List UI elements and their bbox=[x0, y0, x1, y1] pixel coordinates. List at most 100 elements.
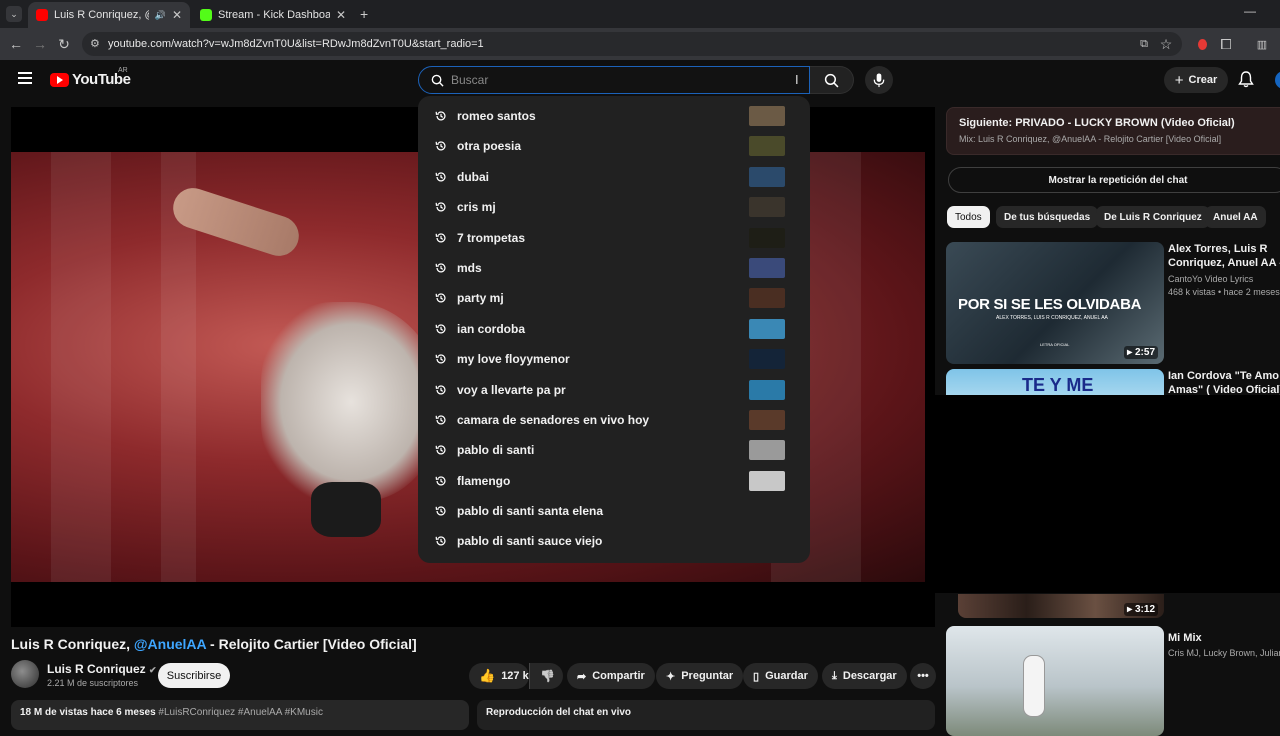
history-icon bbox=[435, 263, 446, 273]
close-tab-icon[interactable]: ✕ bbox=[172, 8, 182, 22]
related-video-title[interactable]: Alex Torres, Luis RConriquez, Anuel AA -… bbox=[1168, 242, 1280, 270]
search-suggestion-item[interactable]: pablo di santi sauce viejo bbox=[418, 526, 810, 556]
search-suggestion-item[interactable]: otra poesia bbox=[418, 131, 810, 161]
minimize-window-icon[interactable]: — bbox=[1244, 4, 1256, 18]
related-video-title[interactable]: Ian Cordova "Te Amo y MeAmas" ( Video Of… bbox=[1168, 369, 1280, 397]
voice-search-button[interactable] bbox=[865, 66, 893, 94]
search-suggestion-item[interactable]: flamengo bbox=[418, 466, 810, 496]
search-button[interactable] bbox=[810, 66, 854, 94]
history-icon bbox=[435, 172, 446, 182]
search-suggestion-item[interactable]: pablo di santi bbox=[418, 435, 810, 465]
forward-arrow-icon[interactable]: → bbox=[30, 34, 50, 54]
suggestion-text: voy a llevarte pa pr bbox=[457, 382, 566, 397]
related-video-thumbnail[interactable]: POR SI SE LES OLVIDABA ALEX TORRES, LUIS… bbox=[946, 242, 1164, 364]
notifications-bell-icon[interactable] bbox=[1238, 71, 1254, 93]
audio-playing-icon[interactable]: 🔊 bbox=[155, 10, 166, 21]
chip-from-searches[interactable]: De tus búsquedas bbox=[996, 206, 1099, 228]
search-suggestion-item[interactable]: dubai bbox=[418, 162, 810, 192]
subscribe-button[interactable]: Suscribirse bbox=[158, 663, 230, 688]
avatar[interactable] bbox=[1275, 71, 1280, 89]
search-suggestion-item[interactable]: mds bbox=[418, 253, 810, 283]
mix-title[interactable]: Mi Mix bbox=[1168, 631, 1280, 645]
search-suggestion-item[interactable]: party mj bbox=[418, 283, 810, 313]
search-suggestion-item[interactable]: pablo di santi santa elena bbox=[418, 496, 810, 526]
thumbnail-tag-text: LETRA OFICIAL bbox=[1040, 342, 1070, 347]
shorts-icon: ▸ bbox=[1127, 604, 1133, 615]
suggestion-text: otra poesia bbox=[457, 139, 522, 154]
bookmark-star-icon[interactable]: ☆ bbox=[1156, 34, 1176, 54]
search-suggestion-item[interactable]: romeo santos bbox=[418, 101, 810, 131]
download-icon: ⤓ bbox=[832, 669, 837, 682]
close-tab-icon[interactable]: ✕ bbox=[336, 8, 346, 22]
install-app-icon[interactable]: ⧉ bbox=[1134, 34, 1154, 54]
browser-tab-youtube[interactable]: Luis R Conriquez, @AnuelA 🔊 ✕ bbox=[28, 2, 190, 28]
tab-search-dropdown[interactable]: ⌄ bbox=[6, 6, 22, 22]
suggestion-thumbnail bbox=[749, 288, 785, 309]
browser-tab-kick[interactable]: Stream - Kick Dashboard ✕ bbox=[192, 2, 354, 28]
dislike-button[interactable]: 👎 bbox=[529, 663, 563, 689]
video-title: Luis R Conriquez, @AnuelAA - Relojito Ca… bbox=[11, 636, 417, 652]
sparkle-icon: ✦ bbox=[666, 670, 676, 683]
history-icon bbox=[435, 324, 446, 334]
show-chat-replay-button[interactable]: Mostrar la repetición del chat bbox=[948, 167, 1280, 193]
up-next-subtitle: Mix: Luis R Conriquez, @AnuelAA - Reloji… bbox=[959, 134, 1222, 144]
reload-icon[interactable]: ↻ bbox=[54, 34, 74, 54]
history-icon bbox=[435, 445, 446, 455]
site-settings-icon[interactable]: ⚙ bbox=[90, 37, 100, 50]
extension-icon[interactable] bbox=[1192, 34, 1212, 54]
download-button[interactable]: ⤓ Descargar bbox=[822, 663, 907, 689]
channel-avatar[interactable] bbox=[11, 660, 39, 688]
history-icon bbox=[435, 232, 446, 243]
chip-todos[interactable]: Todos bbox=[947, 206, 990, 228]
back-arrow-icon[interactable]: ← bbox=[6, 34, 26, 54]
suggestion-text: romeo santos bbox=[457, 109, 536, 123]
youtube-play-logo-icon bbox=[50, 72, 69, 87]
sidepanel-icon[interactable]: ▥ bbox=[1252, 34, 1272, 54]
search-suggestion-item[interactable]: camara de senadores en vivo hoy bbox=[418, 405, 810, 435]
channel-mention-link[interactable]: @AnuelAA bbox=[134, 636, 206, 652]
menu-hamburger-icon[interactable] bbox=[18, 72, 32, 84]
suggestion-text: my love floyymenor bbox=[457, 352, 570, 367]
history-icon bbox=[435, 111, 446, 121]
hashtags[interactable]: #LuisRConriquez #AnuelAA #KMusic bbox=[158, 707, 323, 718]
new-tab-icon[interactable]: + bbox=[360, 6, 368, 22]
like-button[interactable]: 👍 127 k bbox=[469, 663, 529, 689]
microphone-icon bbox=[873, 72, 885, 87]
suggestion-thumbnail bbox=[749, 409, 785, 430]
channel-name-link[interactable]: Luis R Conriquez ✔ bbox=[47, 662, 157, 676]
search-suggestion-item[interactable]: 7 trompetas bbox=[418, 223, 810, 253]
suggestion-text: pablo di santi sauce viejo bbox=[457, 534, 603, 549]
up-next-mix-box[interactable]: Siguiente: PRIVADO - LUCKY BROWN (Video … bbox=[946, 107, 1280, 155]
chip-anuel[interactable]: Anuel AA bbox=[1205, 206, 1266, 228]
youtube-logo[interactable]: YouTube AR bbox=[50, 67, 131, 88]
related-video-meta: 468 k vistas • hace 2 meses bbox=[1168, 287, 1280, 297]
history-icon bbox=[435, 415, 446, 425]
search-suggestion-item[interactable]: my love floyymenor bbox=[418, 344, 810, 374]
save-button[interactable]: ▯ Guardar bbox=[743, 663, 818, 689]
ask-button[interactable]: ✦ Preguntar bbox=[656, 663, 744, 689]
tab-title: Stream - Kick Dashboard bbox=[218, 9, 330, 21]
video-description[interactable]: 18 M de vistas hace 6 meses #LuisRConriq… bbox=[11, 700, 469, 730]
more-actions-button[interactable]: ••• bbox=[910, 663, 936, 689]
search-suggestion-item[interactable]: cris mj bbox=[418, 192, 810, 222]
search-input[interactable] bbox=[451, 73, 781, 87]
thumbs-down-icon: 👎 bbox=[540, 669, 555, 683]
search-suggestion-item[interactable]: voy a llevarte pa pr bbox=[418, 375, 810, 405]
chip-from-channel[interactable]: De Luis R Conriquez bbox=[1096, 206, 1210, 228]
suggestion-thumbnail bbox=[749, 197, 785, 218]
bookmark-icon: ▯ bbox=[753, 670, 760, 683]
extensions-puzzle-icon[interactable]: ⧠ bbox=[1216, 34, 1236, 54]
suggestion-text: flamengo bbox=[457, 473, 511, 488]
subscriber-count: 2.21 M de suscriptores bbox=[47, 678, 139, 688]
plus-icon: + bbox=[1174, 71, 1184, 89]
history-icon bbox=[435, 141, 446, 151]
search-suggestion-item[interactable]: ian cordoba bbox=[418, 314, 810, 344]
history-icon bbox=[435, 536, 446, 546]
history-icon bbox=[435, 476, 446, 486]
url-bar[interactable]: ⚙ youtube.com/watch?v=wJm8dZvnT0U&list=R… bbox=[82, 32, 1182, 56]
chat-replay-panel-header: Reproducción del chat en vivo bbox=[477, 700, 935, 730]
related-video-thumbnail[interactable]: ▸ 3:12 bbox=[958, 594, 1164, 618]
share-button[interactable]: ➦ Compartir bbox=[567, 663, 655, 689]
related-video-channel[interactable]: CantoYo Video Lyrics bbox=[1168, 274, 1253, 284]
create-button[interactable]: + Crear bbox=[1164, 67, 1228, 93]
